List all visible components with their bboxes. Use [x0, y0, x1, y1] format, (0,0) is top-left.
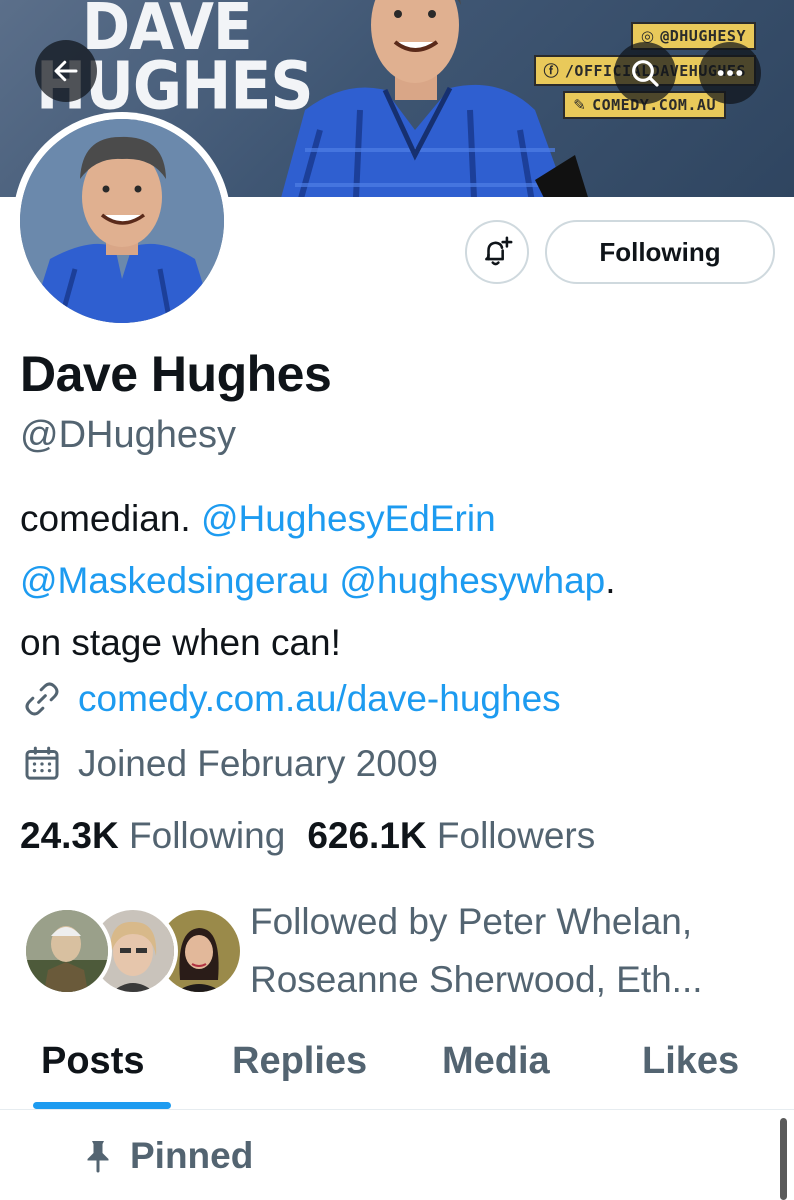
- search-button[interactable]: [614, 42, 676, 104]
- profile-tabs: Posts Replies Media Likes: [0, 1030, 794, 1110]
- arrow-left-icon: [54, 60, 78, 82]
- profile-avatar[interactable]: [13, 112, 231, 330]
- profile-joined-date: Joined February 2009: [20, 742, 438, 786]
- website-link[interactable]: comedy.com.au/dave-hughes: [78, 678, 561, 720]
- more-options-button[interactable]: [699, 42, 761, 104]
- follower-avatar: [22, 906, 112, 996]
- bio-text: .: [605, 560, 616, 601]
- profile-bio: comedian. @HughesyEdErin @Maskedsingerau…: [20, 488, 760, 674]
- followers-stat[interactable]: 626.1K Followers: [307, 815, 595, 857]
- pinned-text: Pinned: [130, 1135, 254, 1176]
- following-button[interactable]: Following: [545, 220, 775, 284]
- calendar-icon: [20, 742, 64, 786]
- search-icon: [632, 60, 659, 87]
- back-button[interactable]: [35, 40, 97, 102]
- bio-mention-link[interactable]: @HughesyEdErin: [201, 498, 496, 539]
- bio-mention-link[interactable]: @Maskedsingerau: [20, 560, 329, 601]
- tab-likes[interactable]: Likes: [642, 1040, 739, 1083]
- profile-handle: @DHughesy: [20, 414, 236, 456]
- link-icon: [20, 677, 64, 721]
- avatar-portrait: [20, 119, 224, 323]
- notifications-button[interactable]: [465, 220, 529, 284]
- scrollbar[interactable]: [780, 1118, 787, 1200]
- pin-icon: [87, 1141, 109, 1173]
- more-horizontal-icon: [717, 70, 743, 76]
- followed-by-avatars[interactable]: [22, 906, 244, 998]
- tab-media[interactable]: Media: [442, 1040, 550, 1083]
- followed-by-text[interactable]: Followed by Peter Whelan, Roseanne Sherw…: [250, 893, 780, 1009]
- bio-text: comedian.: [20, 498, 201, 539]
- joined-text: Joined February 2009: [78, 743, 438, 784]
- tab-posts[interactable]: Posts: [41, 1040, 144, 1083]
- following-stat[interactable]: 24.3K Following: [20, 815, 285, 857]
- pinned-post-label: Pinned: [80, 1135, 253, 1177]
- bell-plus-icon: [485, 236, 513, 266]
- profile-stats: 24.3K Following 626.1K Followers: [20, 815, 595, 857]
- active-tab-indicator: [33, 1102, 171, 1109]
- bio-text: on stage when can!: [20, 622, 341, 663]
- profile-website[interactable]: comedy.com.au/dave-hughes: [20, 677, 561, 721]
- bio-mention-link[interactable]: @hughesywhap: [339, 560, 605, 601]
- profile-name: Dave Hughes: [20, 346, 332, 402]
- tab-replies[interactable]: Replies: [232, 1040, 367, 1083]
